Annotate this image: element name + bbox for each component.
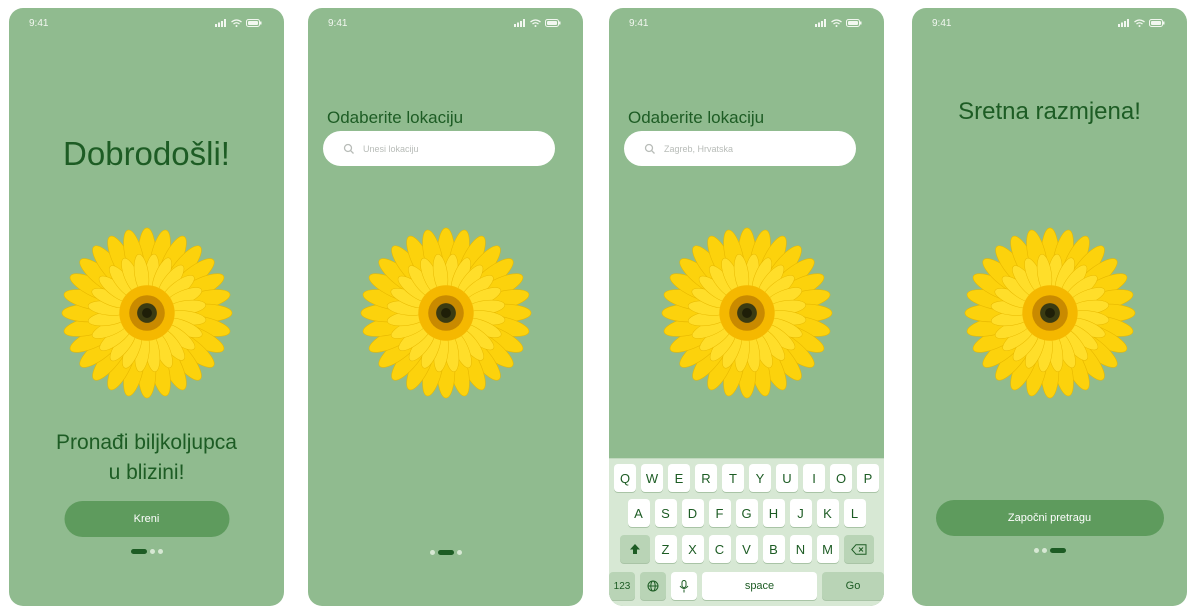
key-g[interactable]: G	[735, 499, 758, 527]
key-o[interactable]: O	[830, 464, 852, 492]
keyboard-row-3-letters: ZXCVBNM	[654, 535, 839, 563]
key-y[interactable]: Y	[749, 464, 771, 492]
key-n[interactable]: N	[789, 535, 812, 563]
page-dot-2	[149, 549, 155, 554]
page-dot-3	[157, 549, 163, 554]
location-search-input[interactable]	[363, 143, 533, 154]
tagline-line-1: Pronađi biljkoljupca	[56, 431, 237, 454]
battery-icon	[846, 19, 862, 27]
battery-icon	[545, 19, 561, 27]
keyboard-row-1: QWERTYUIOP	[609, 464, 884, 492]
key-v[interactable]: V	[735, 535, 758, 563]
flower-image	[61, 227, 232, 399]
page-dot-2-active	[437, 550, 454, 555]
key-r[interactable]: R	[695, 464, 717, 492]
battery-icon	[1149, 19, 1165, 27]
signal-icon	[1118, 19, 1129, 27]
signal-icon	[215, 19, 226, 27]
location-search-input[interactable]	[664, 143, 834, 154]
key-a[interactable]: A	[627, 499, 650, 527]
page-indicator	[429, 550, 462, 555]
key-w[interactable]: W	[641, 464, 663, 492]
onboarding-screen-location-typing: 9:41 Odaberite lokaciju QWERTYUIOP ASDFG…	[609, 8, 884, 606]
welcome-tagline: Pronađi biljkoljupca u blizini!	[9, 428, 284, 488]
microphone-icon	[679, 579, 689, 592]
globe-key[interactable]	[640, 572, 666, 600]
key-d[interactable]: D	[681, 499, 704, 527]
signal-icon	[514, 19, 525, 27]
keyboard-row-4: 123 space Go	[609, 572, 884, 600]
key-s[interactable]: S	[654, 499, 677, 527]
signal-icon	[815, 19, 826, 27]
key-b[interactable]: B	[762, 535, 785, 563]
flower-image	[964, 227, 1135, 399]
status-icons	[514, 19, 561, 27]
page-dot-1	[429, 550, 435, 555]
backspace-key[interactable]	[843, 535, 874, 563]
wifi-icon	[831, 19, 842, 27]
key-u[interactable]: U	[776, 464, 798, 492]
key-h[interactable]: H	[762, 499, 785, 527]
welcome-title: Dobrodošli!	[63, 135, 230, 172]
status-time: 9:41	[29, 18, 49, 29]
location-label: Odaberite lokaciju	[327, 108, 464, 127]
page-dot-2	[1041, 548, 1047, 553]
page-dot-1	[1033, 548, 1039, 553]
search-icon	[343, 143, 354, 154]
key-i[interactable]: I	[803, 464, 825, 492]
globe-icon	[647, 580, 659, 592]
key-p[interactable]: P	[857, 464, 879, 492]
status-icons	[815, 19, 862, 27]
page-dot-3-active	[1049, 548, 1066, 553]
space-key[interactable]: space	[702, 572, 817, 600]
page-indicator	[130, 549, 163, 554]
key-c[interactable]: C	[708, 535, 731, 563]
onboarding-screen-location: 9:41 Odaberite lokaciju	[308, 8, 583, 606]
page-dot-1-active	[130, 549, 147, 554]
battery-icon	[246, 19, 262, 27]
search-icon	[644, 143, 655, 154]
key-q[interactable]: Q	[614, 464, 636, 492]
page-indicator	[1033, 548, 1066, 553]
status-icons	[215, 19, 262, 27]
final-title: Sretna razmjena!	[958, 98, 1141, 125]
key-z[interactable]: Z	[654, 535, 677, 563]
onboarding-screen-welcome: 9:41 Dobrodošli! Pronađi biljkoljupca u …	[9, 8, 284, 606]
key-f[interactable]: F	[708, 499, 731, 527]
flower-image	[360, 227, 531, 399]
on-screen-keyboard: QWERTYUIOP ASDFGHJKL ZXCVBNM 123 space G…	[609, 458, 884, 606]
go-key[interactable]: Go	[822, 572, 884, 600]
status-icons	[1118, 19, 1165, 27]
backspace-icon	[850, 543, 866, 555]
key-l[interactable]: L	[843, 499, 866, 527]
wifi-icon	[231, 19, 242, 27]
numbers-key[interactable]: 123	[609, 572, 635, 600]
wifi-icon	[530, 19, 541, 27]
key-t[interactable]: T	[722, 464, 744, 492]
key-j[interactable]: J	[789, 499, 812, 527]
location-search-bar[interactable]	[624, 131, 856, 166]
tagline-line-2: u blizini!	[108, 461, 185, 484]
onboarding-screen-final: 9:41 Sretna razmjena! Započni pretragu	[912, 8, 1187, 606]
location-label: Odaberite lokaciju	[628, 108, 765, 127]
page-dot-3	[456, 550, 462, 555]
key-k[interactable]: K	[816, 499, 839, 527]
status-time: 9:41	[328, 18, 348, 29]
status-time: 9:41	[932, 18, 952, 29]
start-search-button[interactable]: Započni pretragu	[935, 500, 1164, 536]
dictation-key[interactable]	[671, 572, 697, 600]
key-e[interactable]: E	[668, 464, 690, 492]
key-x[interactable]: X	[681, 535, 704, 563]
key-m[interactable]: M	[816, 535, 839, 563]
shift-icon	[629, 544, 640, 554]
flower-image	[661, 227, 832, 399]
start-button[interactable]: Kreni	[64, 501, 229, 537]
shift-key[interactable]	[619, 535, 650, 563]
status-time: 9:41	[629, 18, 649, 29]
keyboard-row-2: ASDFGHJKL	[609, 499, 884, 527]
location-search-bar[interactable]	[323, 131, 555, 166]
keyboard-row-3: ZXCVBNM	[609, 535, 884, 563]
wifi-icon	[1134, 19, 1145, 27]
